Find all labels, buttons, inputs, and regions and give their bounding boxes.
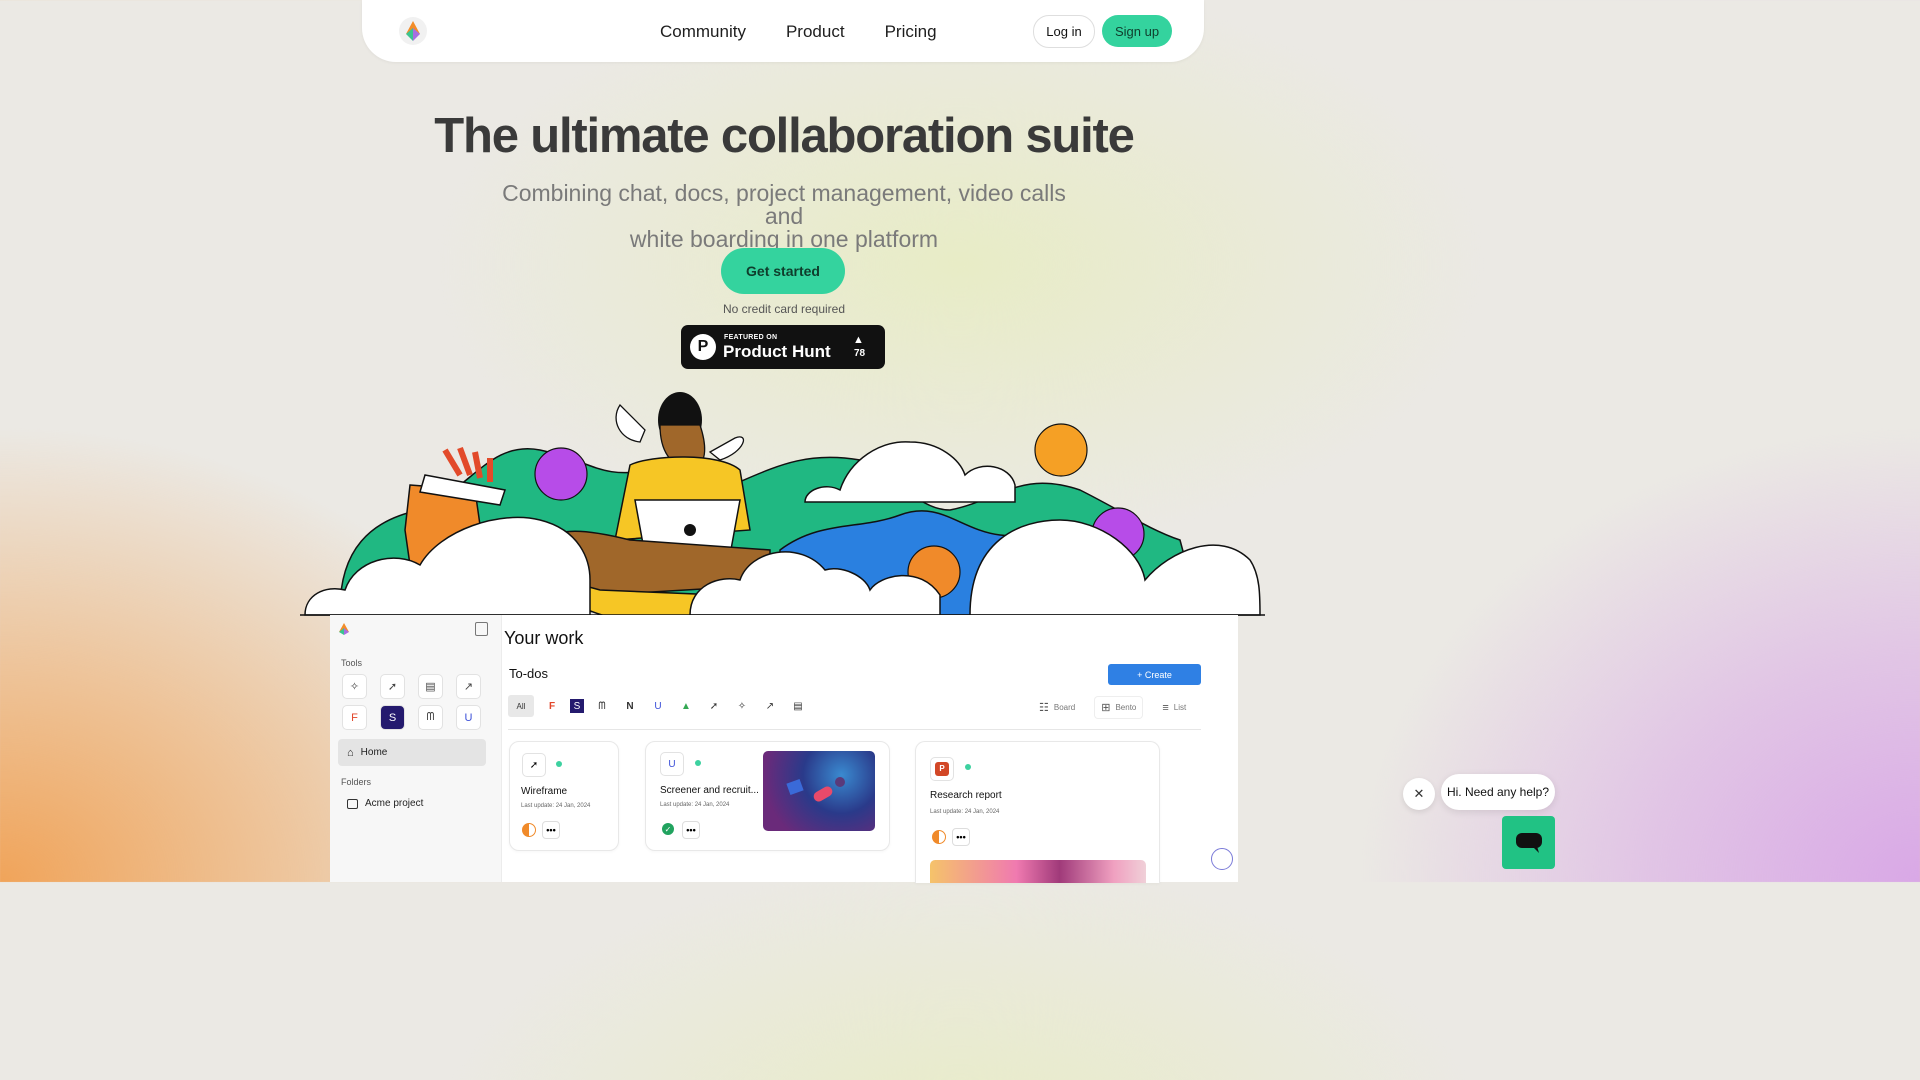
app-logo-icon — [339, 623, 349, 635]
divider — [508, 729, 1201, 730]
tool-doc-icon[interactable]: ▤ — [418, 674, 443, 699]
filter-shield-icon[interactable]: U — [648, 696, 668, 716]
sidebar-item-acme-project[interactable]: Acme project — [347, 798, 423, 809]
view-board[interactable]: ☷ Board — [1033, 697, 1081, 718]
card-title: Wireframe — [521, 786, 568, 797]
more-options-icon[interactable]: ••• — [952, 828, 970, 846]
nav-links: Community Product Pricing — [660, 22, 937, 42]
tool-shield-icon[interactable]: U — [456, 705, 481, 730]
filter-miro-icon[interactable]: ᗰ — [592, 696, 612, 716]
product-hunt-logo-icon: P — [690, 334, 716, 360]
hero-subtitle-line-1: Combining chat, docs, project management… — [502, 180, 1066, 229]
card-screener[interactable]: U Screener and recruit... Last update: 2… — [645, 741, 890, 851]
get-started-button[interactable]: Get started — [721, 248, 845, 294]
status-dot — [695, 760, 701, 766]
tool-chart-icon[interactable]: ↗ — [456, 674, 481, 699]
card-date: Last update: 24 Jan, 2024 — [660, 802, 730, 808]
signup-button[interactable]: Sign up — [1102, 15, 1172, 47]
filter-slack-icon[interactable]: S — [570, 699, 584, 713]
view-bento[interactable]: ⊞ Bento — [1095, 697, 1143, 718]
board-icon: ☷ — [1039, 702, 1049, 714]
folder-label: Acme project — [365, 798, 424, 809]
tools-grid: ✧ ➚ ▤ ↗ F S ᗰ U — [342, 674, 481, 730]
assistant-icon[interactable] — [1211, 848, 1233, 870]
card-title: Screener and recruit... — [660, 785, 759, 796]
view-switcher: ☷ Board ⊞ Bento ≡ List — [1033, 697, 1192, 718]
card-date: Last update: 24 Jan, 2024 — [930, 809, 1000, 815]
bento-icon: ⊞ — [1101, 702, 1111, 714]
home-icon: ⌂ — [347, 746, 354, 759]
product-hunt-featured-label: FEATURED ON — [724, 334, 778, 341]
card-title: Research report — [930, 790, 1002, 801]
app-sidebar: Tools ✧ ➚ ▤ ↗ F S ᗰ U ⌂ Home Folders Acm… — [330, 615, 502, 882]
top-navigation-bar: Community Product Pricing Log in Sign up — [362, 0, 1204, 62]
tool-miro-icon[interactable]: ᗰ — [418, 705, 443, 730]
tool-cursor-icon[interactable]: ➚ — [380, 674, 405, 699]
chat-icon — [1515, 832, 1542, 853]
more-options-icon[interactable]: ••• — [682, 821, 700, 839]
chat-close-icon[interactable]: ✕ — [1403, 778, 1435, 810]
tool-slack-icon[interactable]: S — [380, 705, 405, 730]
app-preview-panel: Tools ✧ ➚ ▤ ↗ F S ᗰ U ⌂ Home Folders Acm… — [330, 615, 1238, 883]
todos-heading: To-dos — [509, 666, 549, 681]
tool-whiteboard-icon[interactable]: ✧ — [342, 674, 367, 699]
product-hunt-name: Product Hunt — [723, 342, 831, 361]
tool-figma-icon[interactable]: F — [342, 705, 367, 730]
folder-icon — [347, 798, 358, 809]
chat-greeting-bubble[interactable]: Hi. Need any help? — [1441, 774, 1555, 810]
chat-launcher-button[interactable] — [1502, 816, 1555, 869]
tools-label: Tools — [341, 658, 363, 668]
create-button[interactable]: + Create — [1108, 664, 1201, 685]
hero-subtitle: Combining chat, docs, project management… — [484, 182, 1084, 251]
page-title: Your work — [504, 628, 584, 648]
view-board-label: Board — [1053, 703, 1076, 712]
nav-link-product[interactable]: Product — [786, 22, 845, 42]
check-icon: ✓ — [662, 823, 674, 835]
status-dot — [556, 761, 562, 767]
filter-figma-icon[interactable]: F — [542, 696, 562, 716]
progress-icon — [522, 823, 536, 837]
filter-doc-icon[interactable]: ▤ — [788, 696, 808, 716]
sidebar-toggle-icon[interactable] — [475, 622, 488, 636]
nav-link-pricing[interactable]: Pricing — [885, 22, 937, 42]
card-research-report[interactable]: P Research report Last update: 24 Jan, 2… — [915, 741, 1160, 883]
powerpoint-icon: P — [930, 757, 954, 781]
product-hunt-badge[interactable]: P FEATURED ON Product Hunt ▲ 78 — [681, 325, 885, 369]
list-icon: ≡ — [1162, 701, 1169, 714]
progress-icon — [932, 830, 946, 844]
filter-bar: All F S ᗰ N U ▲ ➚ ✧ ↗ ▤ — [508, 695, 808, 717]
filter-drive-icon[interactable]: ▲ — [676, 696, 696, 716]
sidebar-item-home-label: Home — [360, 747, 388, 758]
no-credit-card-note: No credit card required — [722, 302, 846, 316]
filter-whiteboard-icon[interactable]: ✧ — [732, 696, 752, 716]
card-thumbnail — [930, 860, 1146, 883]
filter-cursor-icon[interactable]: ➚ — [704, 696, 724, 716]
nav-link-community[interactable]: Community — [660, 22, 746, 42]
filter-all[interactable]: All — [508, 695, 534, 717]
filter-chart-icon[interactable]: ↗ — [760, 696, 780, 716]
upvote-triangle-icon: ▲ — [853, 334, 864, 346]
hero-title: The ultimate collaboration suite — [434, 109, 1135, 163]
login-button[interactable]: Log in — [1033, 15, 1095, 48]
card-thumbnail — [763, 751, 875, 831]
folders-label: Folders — [341, 777, 372, 787]
filter-notion-icon[interactable]: N — [620, 696, 640, 716]
brand-logo-icon[interactable] — [398, 16, 428, 46]
card-date: Last update: 24 Jan, 2024 — [521, 803, 591, 809]
status-dot — [965, 764, 971, 770]
view-list[interactable]: ≡ List — [1156, 698, 1192, 718]
view-list-label: List — [1173, 703, 1187, 712]
card-wireframe[interactable]: ➚ Wireframe Last update: 24 Jan, 2024 ••… — [509, 741, 619, 851]
hero-illustration — [300, 392, 1265, 627]
product-hunt-vote-count: 78 — [854, 348, 866, 359]
sidebar-item-home[interactable]: ⌂ Home — [338, 739, 486, 766]
more-options-icon[interactable]: ••• — [542, 821, 560, 839]
cursor-icon: ➚ — [522, 753, 546, 777]
shield-icon: U — [660, 752, 684, 776]
view-bento-label: Bento — [1115, 703, 1137, 712]
